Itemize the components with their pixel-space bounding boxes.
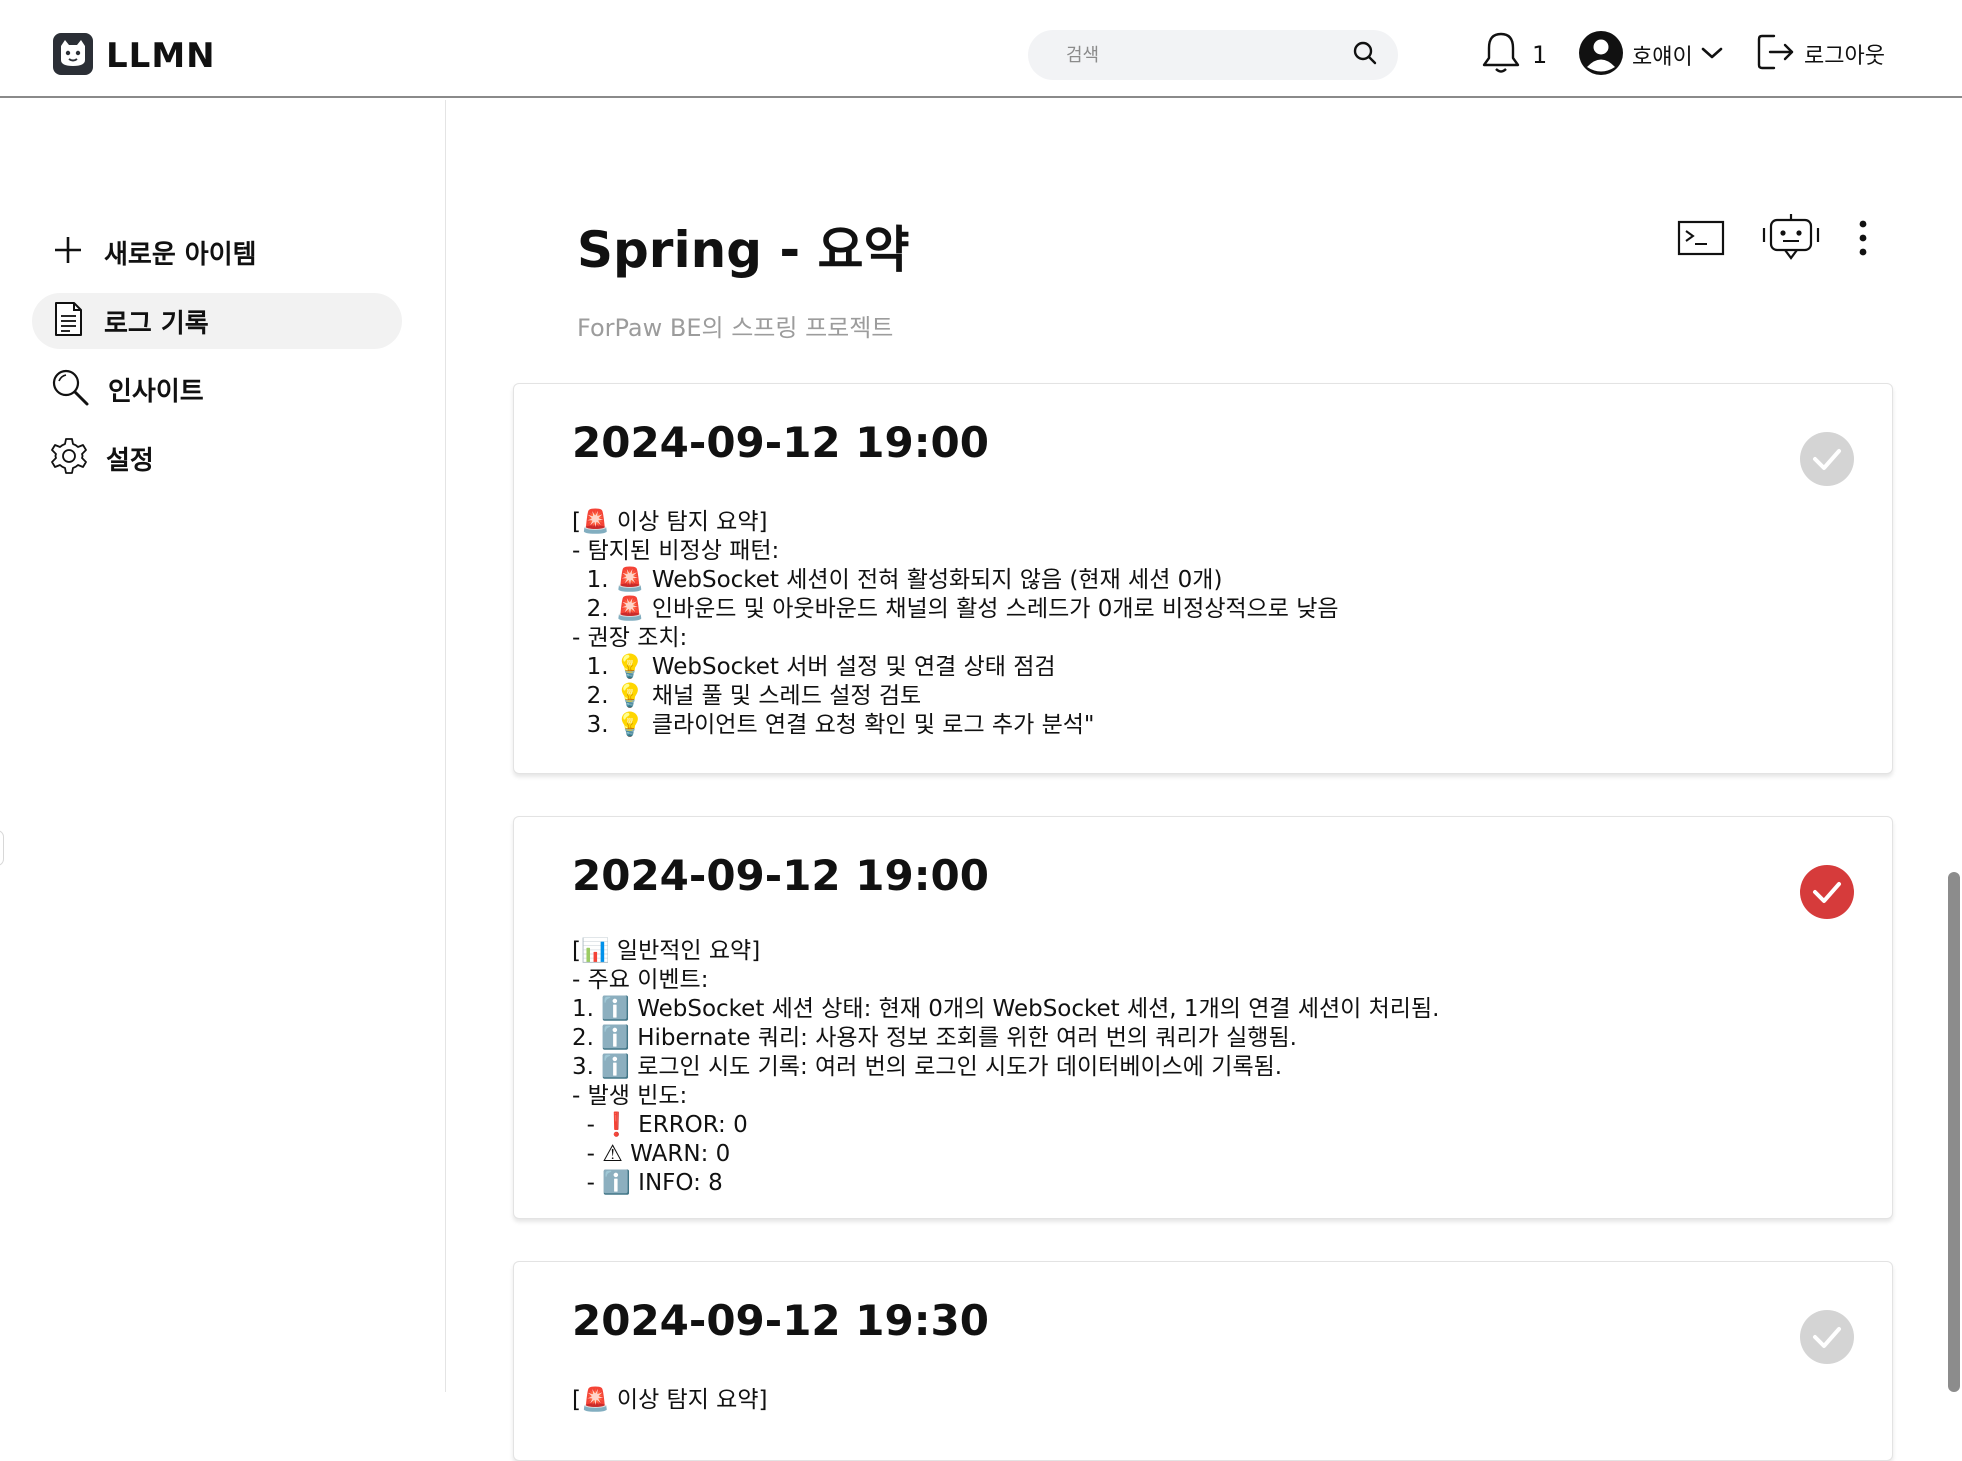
logout-icon: [1756, 32, 1796, 76]
search-icon: [50, 367, 90, 411]
user-menu[interactable]: 호얘이: [1578, 30, 1723, 80]
page-title: Spring - 요약: [577, 221, 910, 279]
sidebar-item-label: 로그 기록: [104, 308, 209, 339]
logo[interactable]: LLMN: [52, 32, 216, 80]
notification-count: 1: [1532, 41, 1548, 69]
sidebar-item-label: 새로운 아이템: [104, 239, 257, 270]
search-bar[interactable]: [1028, 30, 1398, 80]
card-date: 2024-09-12 19:00: [572, 851, 989, 900]
logout-label: 로그아웃: [1804, 44, 1885, 69]
sidebar-item-label: 인사이트: [108, 376, 204, 407]
bell-icon[interactable]: [1480, 30, 1522, 80]
search-icon[interactable]: [1352, 40, 1378, 70]
page-description: ForPaw BE의 스프링 프로젝트: [577, 314, 894, 342]
document-icon: [50, 300, 86, 342]
notification-button[interactable]: 1: [1480, 30, 1547, 80]
card-summary-text: [🚨 이상 탐지 요약] - 탐지된 비정상 패턴: 1. 🚨 WebSocke…: [572, 509, 1339, 738]
log-summary-card[interactable]: 2024-09-12 19:30 [🚨 이상 탐지 요약]: [513, 1261, 1893, 1461]
ai-assistant-button[interactable]: [1761, 212, 1821, 268]
more-options-button[interactable]: [1857, 218, 1869, 262]
sidebar-item-settings[interactable]: 설정: [32, 430, 402, 486]
check-icon[interactable]: [1800, 1310, 1854, 1364]
card-summary-text: [📊 일반적인 요약] - 주요 이벤트: 1. ℹ️ WebSocket 세션…: [572, 938, 1440, 1196]
sidebar-item-label: 설정: [106, 445, 154, 476]
card-date: 2024-09-12 19:00: [572, 418, 989, 467]
card-date: 2024-09-12 19:30: [572, 1296, 989, 1345]
robot-icon[interactable]: [1761, 212, 1821, 268]
sidebar-item-log-history[interactable]: 로그 기록: [32, 293, 402, 349]
search-input[interactable]: [1066, 44, 1352, 66]
app-title: LLMN: [106, 36, 216, 76]
collapse-handle[interactable]: [0, 830, 4, 866]
terminal-button[interactable]: [1677, 218, 1725, 262]
logo-icon: [52, 32, 94, 80]
chevron-down-icon[interactable]: [1701, 45, 1723, 65]
top-bar: LLMN 1 호얘이 로그아웃: [0, 0, 1962, 98]
log-summary-card[interactable]: 2024-09-12 19:00 [📊 일반적인 요약] - 주요 이벤트: 1…: [513, 816, 1893, 1219]
sidebar-item-new-item[interactable]: 새로운 아이템: [32, 224, 402, 280]
logout-button[interactable]: 로그아웃: [1756, 32, 1885, 76]
scrollbar-thumb[interactable]: [1948, 872, 1960, 1392]
log-summary-card[interactable]: 2024-09-12 19:00 [🚨 이상 탐지 요약] - 탐지된 비정상 …: [513, 383, 1893, 774]
avatar-icon: [1578, 30, 1624, 80]
sidebar: 새로운 아이템 로그 기록 인사이트 설정: [0, 100, 446, 1392]
card-summary-text: [🚨 이상 탐지 요약]: [572, 1387, 768, 1413]
sidebar-item-insight[interactable]: 인사이트: [32, 361, 402, 417]
more-vertical-icon[interactable]: [1857, 218, 1869, 262]
terminal-icon[interactable]: [1677, 218, 1725, 262]
gear-icon: [50, 437, 88, 479]
plus-icon: [50, 232, 86, 272]
check-icon[interactable]: [1800, 432, 1854, 486]
check-icon[interactable]: [1800, 865, 1854, 919]
main-content: Spring - 요약 ForPaw BE의 스프링 프로젝트 2024-09-…: [447, 100, 1962, 1461]
user-name: 호얘이: [1632, 45, 1693, 70]
